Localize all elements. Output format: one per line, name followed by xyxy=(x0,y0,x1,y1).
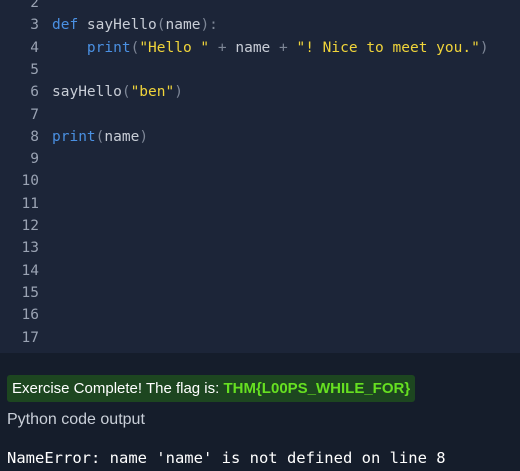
code-token: ) xyxy=(174,84,183,101)
code-token: ( xyxy=(130,39,140,56)
code-token: name xyxy=(104,128,140,145)
code-token: print xyxy=(52,128,96,145)
code-line[interactable]: 3 def sayHello(name): xyxy=(0,14,520,36)
code-token: ): xyxy=(200,17,218,34)
code-line[interactable]: 17 xyxy=(0,327,520,349)
line-number: 15 xyxy=(21,284,39,301)
code-token: + xyxy=(209,39,236,56)
line-number: 10 xyxy=(21,173,39,190)
line-number: 14 xyxy=(21,262,39,279)
code-line[interactable]: 14 xyxy=(0,260,520,282)
code-line[interactable]: 15 xyxy=(0,282,520,304)
line-number: 6 xyxy=(30,84,39,101)
code-token: ( xyxy=(156,17,166,34)
line-number: 11 xyxy=(21,195,39,212)
code-token: + xyxy=(270,39,297,56)
line-number: 4 xyxy=(30,39,39,56)
code-token: sayHello xyxy=(78,17,157,34)
code-token: print xyxy=(86,39,131,56)
code-line[interactable]: 12 xyxy=(0,215,520,237)
code-line[interactable]: 7 xyxy=(0,104,520,126)
code-token: "ben" xyxy=(130,84,175,101)
code-text[interactable]: print(name) xyxy=(52,126,148,148)
line-number: 12 xyxy=(21,218,39,234)
code-line[interactable]: 5 xyxy=(0,59,520,81)
code-text[interactable]: print("Hello " + name + "! Nice to meet … xyxy=(52,37,489,59)
code-line[interactable]: 10 xyxy=(0,170,520,192)
code-line[interactable]: 2 xyxy=(0,0,520,14)
banner-text: Exercise Complete! The flag is: xyxy=(12,380,224,397)
line-number: 17 xyxy=(21,329,39,346)
code-line[interactable]: 6 sayHello("ben") xyxy=(0,81,520,103)
output-title: Python code output xyxy=(7,411,145,428)
code-line[interactable]: 4 print("Hello " + name + "! Nice to mee… xyxy=(0,37,520,59)
output-text: NameError: name 'name' is not defined on… xyxy=(7,449,446,467)
line-number: 16 xyxy=(21,307,39,324)
code-token: ) xyxy=(479,39,489,56)
code-text[interactable]: sayHello("ben") xyxy=(52,81,183,103)
code-text[interactable]: def sayHello(name): xyxy=(52,14,218,36)
flag-value: THM{L00PS_WHILE_FOR} xyxy=(223,380,411,397)
code-line[interactable]: 16 xyxy=(0,304,520,326)
code-editor[interactable]: 2 3 def sayHello(name): 4 print("Hello " + … xyxy=(0,0,520,353)
code-token: sayHello xyxy=(52,84,122,101)
line-number: 13 xyxy=(21,240,39,257)
exercise-complete-banner: Exercise Complete! The flag is: THM{L00P… xyxy=(7,375,416,402)
line-number: 3 xyxy=(30,17,39,34)
code-token: ) xyxy=(139,128,149,145)
code-line[interactable]: 9 xyxy=(0,148,520,170)
line-number: 5 xyxy=(30,61,39,78)
code-token: name xyxy=(165,17,201,34)
code-line[interactable]: 13 xyxy=(0,237,520,259)
code-line[interactable]: 11 xyxy=(0,193,520,215)
code-token: def xyxy=(52,17,79,34)
line-number: 9 xyxy=(30,151,39,168)
code-token: ( xyxy=(121,84,131,101)
code-token: "Hello " xyxy=(139,39,210,56)
line-number: 2 xyxy=(30,0,39,11)
code-token: "! Nice to meet you." xyxy=(296,39,480,56)
line-number: 8 xyxy=(30,128,39,145)
line-number: 7 xyxy=(30,106,39,123)
code-line[interactable]: 8 print(name) xyxy=(0,126,520,148)
code-token: name xyxy=(235,39,271,56)
